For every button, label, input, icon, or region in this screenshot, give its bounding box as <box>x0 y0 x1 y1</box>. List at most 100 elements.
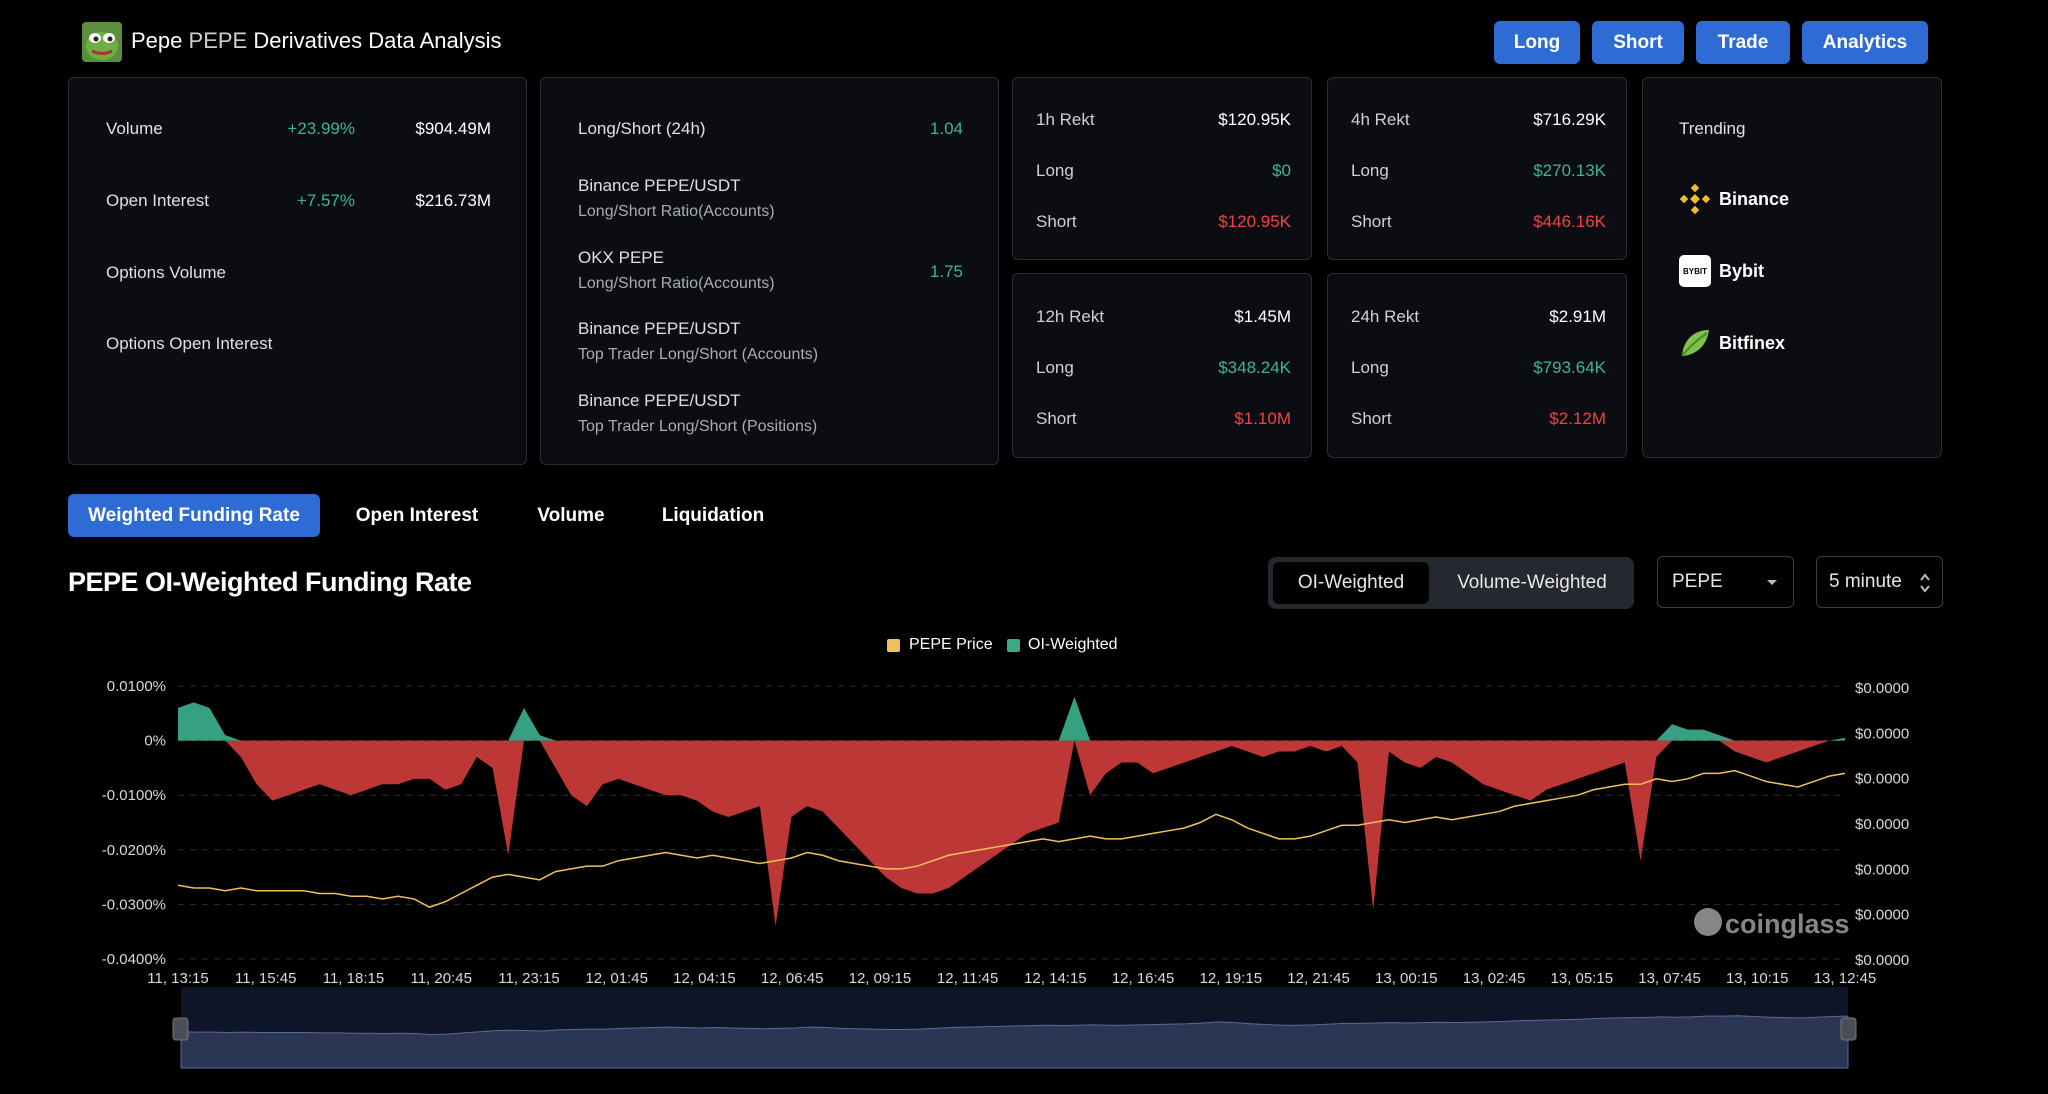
volume-change: +23.99% <box>287 119 355 138</box>
symbol-select-value: PEPE <box>1672 571 1723 592</box>
x-axis-tick: 12, 14:15 <box>1024 970 1087 987</box>
x-axis-tick: 12, 19:15 <box>1200 970 1263 987</box>
trending-title: Trending <box>1679 119 1746 138</box>
rekt-long-label: Long <box>1036 161 1074 180</box>
rekt-card-4h: 4h Rekt $716.29K Long $270.13K Short $44… <box>1327 77 1627 260</box>
caret-down-icon <box>1767 580 1777 585</box>
x-axis-tick: 11, 15:45 <box>235 970 296 987</box>
open-interest-label: Open Interest <box>106 191 210 210</box>
title-rest: Derivatives Data Analysis <box>253 28 502 53</box>
rekt-long-value: $793.64K <box>1533 358 1606 377</box>
x-axis-tick: 11, 13:15 <box>147 970 208 987</box>
options-volume-label: Options Volume <box>106 263 227 282</box>
analytics-button[interactable]: Analytics <box>1802 21 1928 64</box>
bitfinex-icon <box>1681 330 1709 357</box>
legend-label-oi[interactable]: OI-Weighted <box>1028 636 1118 654</box>
rekt-total: $716.29K <box>1533 110 1606 129</box>
weighting-toggle: OI-Weighted Volume-Weighted <box>1268 557 1634 609</box>
open-interest-value: $216.73M <box>415 191 491 210</box>
pepe-logo-icon <box>82 22 122 62</box>
rekt-long-label: Long <box>1351 358 1389 377</box>
x-axis-tick: 12, 11:45 <box>937 970 998 987</box>
short-button[interactable]: Short <box>1592 21 1684 64</box>
navigator-handle-left[interactable] <box>172 1017 189 1041</box>
rekt-title: 24h Rekt <box>1351 307 1420 326</box>
page-title: Pepe PEPE Derivatives Data Analysis <box>131 28 502 54</box>
ls-row-label: Binance PEPE/USDT <box>578 391 741 410</box>
rekt-card-12h: 12h Rekt $1.45M Long $348.24K Short $1.1… <box>1012 273 1312 458</box>
funding-rate-chart[interactable]: 0.0100% 0% -0.0100% -0.0200% -0.0300% -0.0400… <box>0 660 2048 1094</box>
trending-item-bitfinex[interactable]: Bitfinex <box>1679 325 1899 361</box>
trade-button[interactable]: Trade <box>1696 21 1790 64</box>
rekt-short-label: Short <box>1351 212 1392 231</box>
long-button[interactable]: Long <box>1494 21 1580 64</box>
y-axis-right-tick: $0.0000 <box>1855 952 1909 969</box>
x-axis-tick: 13, 00:15 <box>1375 970 1438 987</box>
ls-row-label: Binance PEPE/USDT <box>578 319 741 338</box>
rekt-short-value: $2.12M <box>1549 409 1606 428</box>
x-axis-tick: 12, 16:45 <box>1112 970 1175 987</box>
rekt-short-value: $120.95K <box>1218 212 1291 231</box>
rekt-total: $120.95K <box>1218 110 1291 129</box>
x-axis-tick: 11, 20:45 <box>410 970 471 987</box>
rekt-long-label: Long <box>1351 161 1389 180</box>
trending-item-binance[interactable]: Binance <box>1679 181 1899 217</box>
coinglass-watermark: coinglass <box>1725 909 1850 939</box>
y-axis-left-tick: -0.0300% <box>102 896 166 913</box>
trending-item-label: Bybit <box>1719 261 1764 281</box>
long-short-value: 1.04 <box>929 119 963 138</box>
x-axis-tick: 13, 12:45 <box>1814 970 1877 987</box>
x-axis-tick: 13, 05:15 <box>1551 970 1614 987</box>
y-axis-left-tick: 0% <box>144 733 166 750</box>
legend-label-price[interactable]: PEPE Price <box>909 636 993 654</box>
y-axis-right-tick: $0.0000 <box>1855 861 1909 878</box>
y-axis-left-tick: -0.0100% <box>102 787 166 804</box>
bybit-icon: BYBIT <box>1679 255 1711 287</box>
volume-weighted-option[interactable]: Volume-Weighted <box>1436 562 1628 604</box>
y-axis-right-tick: $0.0000 <box>1855 725 1909 742</box>
x-axis-tick: 12, 06:45 <box>761 970 824 987</box>
open-interest-change: +7.57% <box>296 191 355 210</box>
trending-item-label: Bitfinex <box>1719 333 1786 353</box>
y-axis-right-tick: $0.0000 <box>1855 816 1909 833</box>
trending-item-bybit[interactable]: BYBIT Bybit <box>1679 253 1899 289</box>
title-symbol: PEPE <box>188 28 248 53</box>
x-axis-tick: 13, 07:45 <box>1638 970 1701 987</box>
x-axis-tick: 12, 09:15 <box>849 970 912 987</box>
options-open-interest-label: Options Open Interest <box>106 334 273 353</box>
interval-select[interactable]: 5 minute <box>1816 556 1943 608</box>
rekt-long-label: Long <box>1036 358 1074 377</box>
x-axis-tick: 12, 04:15 <box>673 970 736 987</box>
rekt-short-label: Short <box>1351 409 1392 428</box>
legend-swatch-oi <box>1007 639 1020 652</box>
long-short-title: Long/Short (24h) <box>578 119 706 138</box>
rekt-short-label: Short <box>1036 212 1077 231</box>
navigator-handle-right[interactable] <box>1840 1017 1857 1041</box>
rekt-long-value: $0 <box>1272 161 1291 180</box>
rekt-title: 4h Rekt <box>1351 110 1410 129</box>
interval-select-value: 5 minute <box>1829 571 1902 592</box>
tab-liquidation[interactable]: Liquidation <box>650 494 776 537</box>
tab-open-interest[interactable]: Open Interest <box>342 494 492 537</box>
tab-volume[interactable]: Volume <box>520 494 622 537</box>
rekt-title: 12h Rekt <box>1036 307 1105 326</box>
x-axis-tick: 11, 18:15 <box>323 970 384 987</box>
ls-row-label: Binance PEPE/USDT <box>578 176 741 195</box>
summary-card: Volume +23.99% $904.49M Open Interest +7… <box>68 77 527 465</box>
rekt-short-label: Short <box>1036 409 1077 428</box>
x-axis-tick: 13, 02:45 <box>1463 970 1526 987</box>
rekt-title: 1h Rekt <box>1036 110 1095 129</box>
funding-positive-area <box>178 696 1845 741</box>
rekt-short-value: $1.10M <box>1234 409 1291 428</box>
x-axis-tick: 13, 10:15 <box>1726 970 1789 987</box>
rekt-long-value: $270.13K <box>1533 161 1606 180</box>
oi-weighted-option[interactable]: OI-Weighted <box>1273 562 1429 604</box>
long-short-card: Long/Short (24h) 1.04 Binance PEPE/USDT … <box>540 77 999 465</box>
tab-weighted-funding-rate[interactable]: Weighted Funding Rate <box>68 494 320 537</box>
ls-row-sub: Top Trader Long/Short (Accounts) <box>578 346 819 363</box>
y-axis-right-tick: $0.0000 <box>1855 907 1909 924</box>
y-axis-left-tick: -0.0200% <box>102 842 166 859</box>
rekt-card-1h: 1h Rekt $120.95K Long $0 Short $120.95K <box>1012 77 1312 260</box>
ls-row-sub: Long/Short Ratio(Accounts) <box>578 203 775 220</box>
symbol-select[interactable]: PEPE <box>1657 556 1794 608</box>
